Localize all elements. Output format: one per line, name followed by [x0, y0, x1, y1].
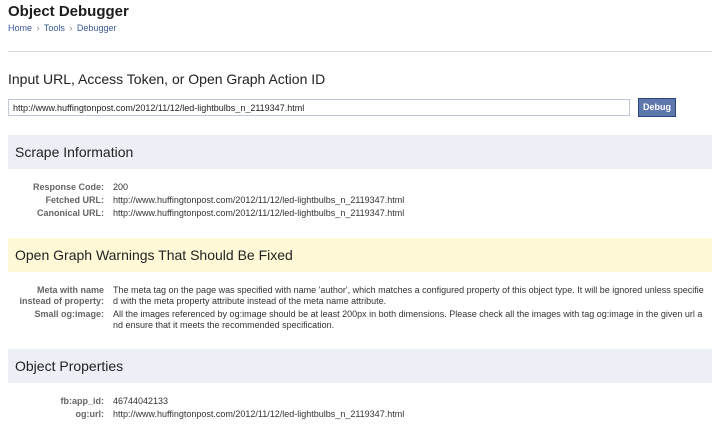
warnings-section-header: Open Graph Warnings That Should Be Fixed: [8, 238, 712, 272]
canonical-url-label: Canonical URL:: [36, 208, 104, 218]
app-id-label: fb:app_id:: [60, 396, 105, 406]
response-code-value: 200: [113, 182, 129, 192]
meta-name-label: Meta with name instead of property:: [19, 285, 104, 306]
response-code-label: Response Code:: [32, 182, 104, 192]
breadcrumb-separator: ›: [36, 23, 40, 33]
fetched-url-link[interactable]: http://www.huffingtonpost.com/2012/11/12…: [113, 195, 713, 206]
og-url-link[interactable]: http://www.huffingtonpost.com/2012/11/12…: [113, 409, 713, 420]
url-input[interactable]: [8, 99, 630, 116]
header-divider: [8, 51, 712, 52]
breadcrumb-separator: ›: [69, 23, 73, 33]
app-id-value: 46744042133: [113, 396, 169, 406]
input-heading: Input URL, Access Token, or Open Graph A…: [8, 71, 326, 87]
og-url-label: og:url:: [75, 409, 105, 419]
page-title: Object Debugger: [8, 3, 129, 20]
debug-button[interactable]: Debug: [638, 98, 676, 117]
properties-section-header: Object Properties: [8, 349, 712, 383]
canonical-url-link[interactable]: http://www.huffingtonpost.com/2012/11/12…: [113, 208, 713, 219]
breadcrumb: Home › Tools › Debugger: [8, 23, 116, 33]
breadcrumb-debugger[interactable]: Debugger: [77, 23, 117, 33]
breadcrumb-home[interactable]: Home: [8, 23, 32, 33]
meta-name-text: The meta tag on the page was specified w…: [113, 285, 704, 306]
scrape-section-header: Scrape Information: [8, 135, 712, 169]
fetched-url-label: Fetched URL:: [45, 195, 105, 205]
breadcrumb-tools[interactable]: Tools: [44, 23, 65, 33]
small-og-image-text: All the images referenced by og:image sh…: [113, 309, 703, 330]
small-og-image-label: Small og:image:: [34, 309, 104, 319]
